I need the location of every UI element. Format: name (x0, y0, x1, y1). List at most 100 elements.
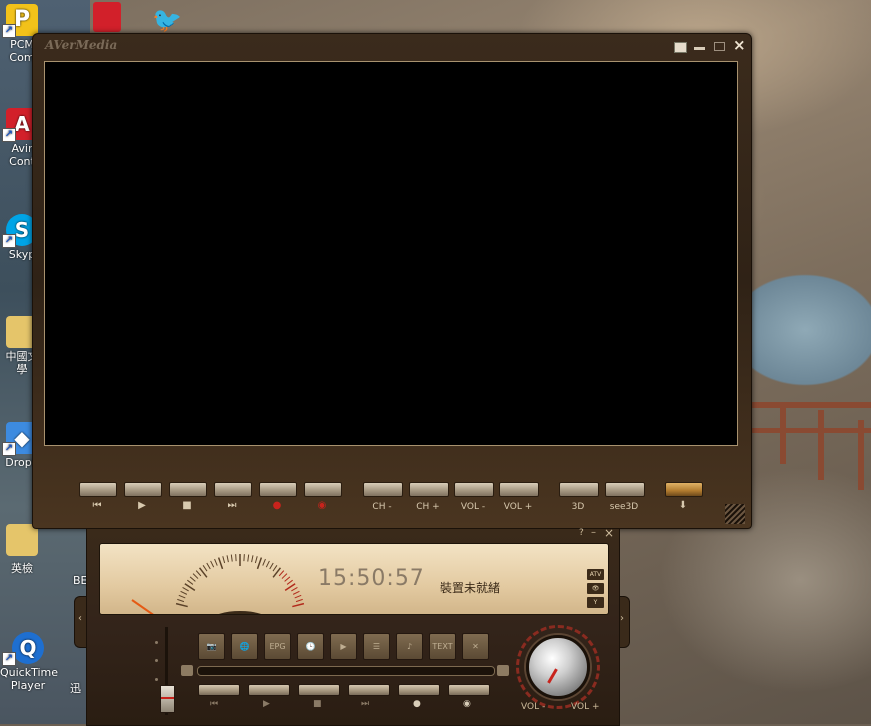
vol-minus-button[interactable] (454, 482, 494, 497)
music-button[interactable]: ♪ (396, 633, 423, 660)
list-button[interactable]: ☰ (363, 633, 390, 660)
panel-minimize-icon[interactable]: – (591, 527, 596, 538)
volume-knob[interactable] (526, 635, 590, 699)
gauge-needle (132, 600, 155, 614)
atv-mode-button[interactable]: ATV (587, 569, 604, 580)
gauge-tick (252, 555, 253, 562)
panel-prev-button[interactable] (198, 684, 240, 696)
gauge-tick (282, 574, 287, 579)
download-arrow-icon: ⬇ (665, 500, 701, 511)
shortcut-arrow-icon: ↗ (2, 24, 16, 38)
panel-record-button[interactable] (398, 684, 440, 696)
acrobat-icon[interactable] (93, 2, 121, 32)
gauge-tick (295, 595, 301, 598)
avermedia-mini-panel: ? – × 15:50:57 裝置未就緒 ATV 👁 Y 📷 🌐 EPG 🕒 ▶… (86, 528, 620, 726)
expand-panel-button[interactable] (665, 482, 703, 497)
timeshift-button[interactable] (304, 482, 342, 497)
panel-stop-button[interactable] (298, 684, 340, 696)
gauge-tick (287, 580, 293, 584)
clock-readout: 15:50:57 (318, 566, 425, 591)
epg-button[interactable]: EPG (264, 633, 291, 660)
record-icon: ● (259, 500, 295, 511)
stop-button[interactable] (169, 482, 207, 497)
signal-meter-gauge (120, 550, 310, 614)
prev-channel-button[interactable] (79, 482, 117, 497)
help-icon[interactable]: ? (579, 528, 584, 538)
panel-timeshift-button[interactable] (448, 684, 490, 696)
gauge-tick (296, 599, 303, 601)
gauge-tick (255, 556, 257, 563)
knob-vol-minus-label: VOL - (521, 702, 545, 712)
gauge-tick (263, 559, 266, 565)
gauge-tick (227, 555, 228, 562)
gauge-ticks (176, 554, 304, 607)
desktop-icon-folder-english[interactable]: 英檢 (0, 524, 44, 575)
desktop-icon-label: 英檢 (0, 562, 44, 575)
right-arrow-icon: › (620, 613, 629, 624)
folder-icon (6, 524, 38, 556)
timeshift-icon: ◉ (304, 500, 340, 511)
3d-button[interactable] (559, 482, 599, 497)
gauge-tick (181, 591, 187, 594)
settings-tools-button[interactable]: ✕ (462, 633, 489, 660)
schedule-button[interactable]: 🕒 (297, 633, 324, 660)
gauge-tick (176, 604, 188, 607)
gauge-tick (231, 555, 232, 562)
see3d-button[interactable] (605, 482, 645, 497)
ch-plus-button[interactable] (409, 482, 449, 497)
media-play-button[interactable]: ▶ (330, 633, 357, 660)
web-button[interactable]: 🌐 (231, 633, 258, 660)
maximize-icon[interactable] (714, 42, 725, 51)
shortcut-arrow-icon: ↗ (2, 652, 16, 666)
gauge-tick (219, 558, 223, 569)
knob-indicator (547, 668, 558, 683)
quicktime-icon: Q (12, 632, 44, 664)
antenna-icon[interactable]: Y (587, 597, 604, 608)
gauge-tick (293, 591, 299, 594)
play-button[interactable] (124, 482, 162, 497)
bird-app-icon[interactable]: 🐦 (152, 6, 192, 32)
stop-icon: ■ (313, 699, 322, 709)
seek-bar[interactable] (197, 666, 495, 676)
next-icon: ⏭ (361, 699, 369, 709)
video-display[interactable] (44, 61, 738, 446)
ch-minus-label: CH - (363, 502, 401, 512)
ch-plus-label: CH + (409, 502, 447, 512)
minimize-icon[interactable] (694, 47, 705, 50)
lcd-display: 15:50:57 裝置未就緒 ATV 👁 Y (99, 543, 609, 615)
next-button[interactable] (214, 482, 252, 497)
gauge-tick (270, 563, 274, 569)
desktop-icon-quicktime[interactable]: Q ↗ QuickTime Player (0, 632, 56, 692)
vertical-slider-thumb[interactable] (160, 685, 175, 713)
timeshift-icon: ◉ (463, 699, 471, 709)
slider-dot (155, 641, 158, 644)
gauge-tick (266, 561, 269, 567)
restore-icon[interactable] (674, 42, 687, 53)
gauge-tick (203, 565, 207, 571)
seek-left-cap[interactable] (181, 665, 193, 676)
ch-minus-button[interactable] (363, 482, 403, 497)
desktop-icon-label-partial: 迅 (70, 680, 81, 696)
panel-close-icon[interactable]: × (604, 526, 614, 540)
vol-minus-label: VOL - (454, 502, 492, 512)
resize-grip-icon[interactable] (725, 504, 745, 524)
panel-play-button[interactable] (248, 684, 290, 696)
view-eye-icon[interactable]: 👁 (587, 583, 604, 594)
app-brand-logo: AVerMedia (45, 38, 117, 52)
gauge-tick (279, 571, 284, 576)
3d-label: 3D (559, 502, 597, 512)
record-button[interactable] (259, 482, 297, 497)
gauge-tick (193, 574, 198, 579)
snapshot-button[interactable]: 📷 (198, 633, 225, 660)
gauge-tick (223, 556, 225, 563)
close-icon[interactable]: × (733, 36, 746, 54)
gauge-tick (273, 565, 277, 571)
device-status-text: 裝置未就緒 (440, 579, 500, 596)
gauge-tick (177, 599, 184, 601)
teletext-button[interactable]: TEXT (429, 633, 456, 660)
seek-right-cap[interactable] (497, 665, 509, 676)
vol-plus-button[interactable] (499, 482, 539, 497)
play-icon: ▶ (263, 699, 270, 709)
avermedia-main-window: AVerMedia × ⏮ ▶ ■ ⏭ ● ◉ CH - CH + VOL - … (32, 33, 752, 529)
panel-next-button[interactable] (348, 684, 390, 696)
